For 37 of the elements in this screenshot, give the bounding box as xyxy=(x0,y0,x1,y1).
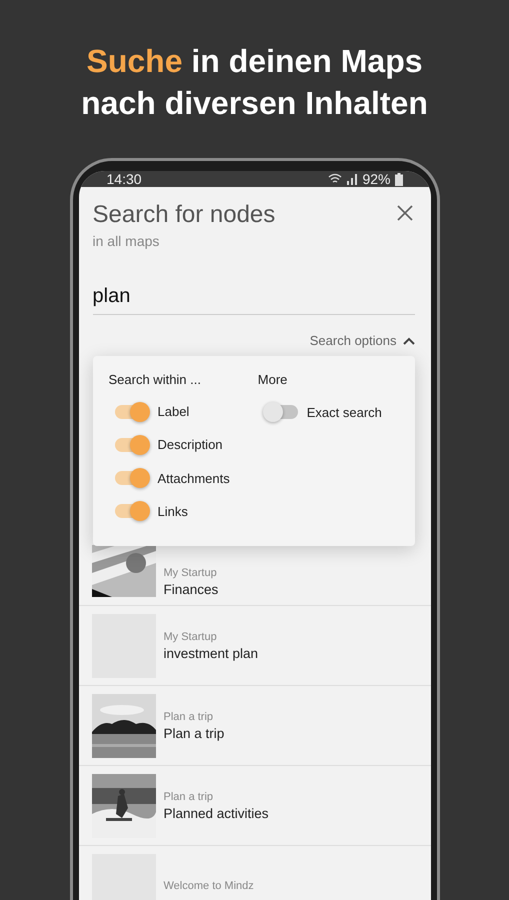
result-title: investment plan xyxy=(164,646,258,660)
options-heading: More xyxy=(258,372,288,387)
result-map: Welcome to Mindz xyxy=(164,880,254,892)
option-label: Description xyxy=(158,437,223,452)
result-title: Planned activities xyxy=(164,806,269,820)
battery-percent: 92% xyxy=(362,171,390,187)
toggle-switch[interactable] xyxy=(114,404,148,419)
result-item[interactable]: Plan a trip Planned activities xyxy=(78,766,430,846)
result-title: Finances xyxy=(164,582,218,597)
result-item[interactable]: Plan a trip Plan a trip xyxy=(78,686,430,766)
toggle-switch[interactable] xyxy=(114,504,148,518)
dialog-title: Search for nodes xyxy=(92,201,276,229)
chevron-icon xyxy=(402,336,414,344)
dialog-subtitle: in all maps xyxy=(92,233,160,249)
close-button[interactable] xyxy=(394,203,414,223)
result-map: Plan a trip xyxy=(164,710,214,722)
result-map: My Startup xyxy=(164,567,218,579)
options-heading: Search within ... xyxy=(108,372,202,387)
result-title: Plan a trip xyxy=(164,726,224,740)
signal-icon xyxy=(346,173,358,185)
status-time: 14:30 xyxy=(106,171,143,187)
battery-icon xyxy=(394,172,402,186)
option-label: Attachments xyxy=(158,470,230,486)
result-map: Plan a trip xyxy=(164,790,214,802)
toggle-switch[interactable] xyxy=(114,471,148,486)
headline: Suche in deinen Maps nach diversen Inhalten xyxy=(80,42,429,123)
toggle-switch[interactable] xyxy=(114,438,148,452)
option-label: Label xyxy=(158,404,190,420)
result-item[interactable]: My Startup Finances xyxy=(78,546,430,606)
result-item[interactable]: My Startup investment plan xyxy=(78,606,430,686)
result-map: My Startup xyxy=(164,630,218,642)
option-label: Links xyxy=(158,504,188,519)
option-label: Exact search xyxy=(306,404,382,420)
wifi-icon xyxy=(328,173,342,185)
search-field[interactable]: plan xyxy=(92,285,414,315)
toggle-switch[interactable] xyxy=(264,405,298,419)
search-options-button[interactable]: Search options xyxy=(310,333,414,348)
